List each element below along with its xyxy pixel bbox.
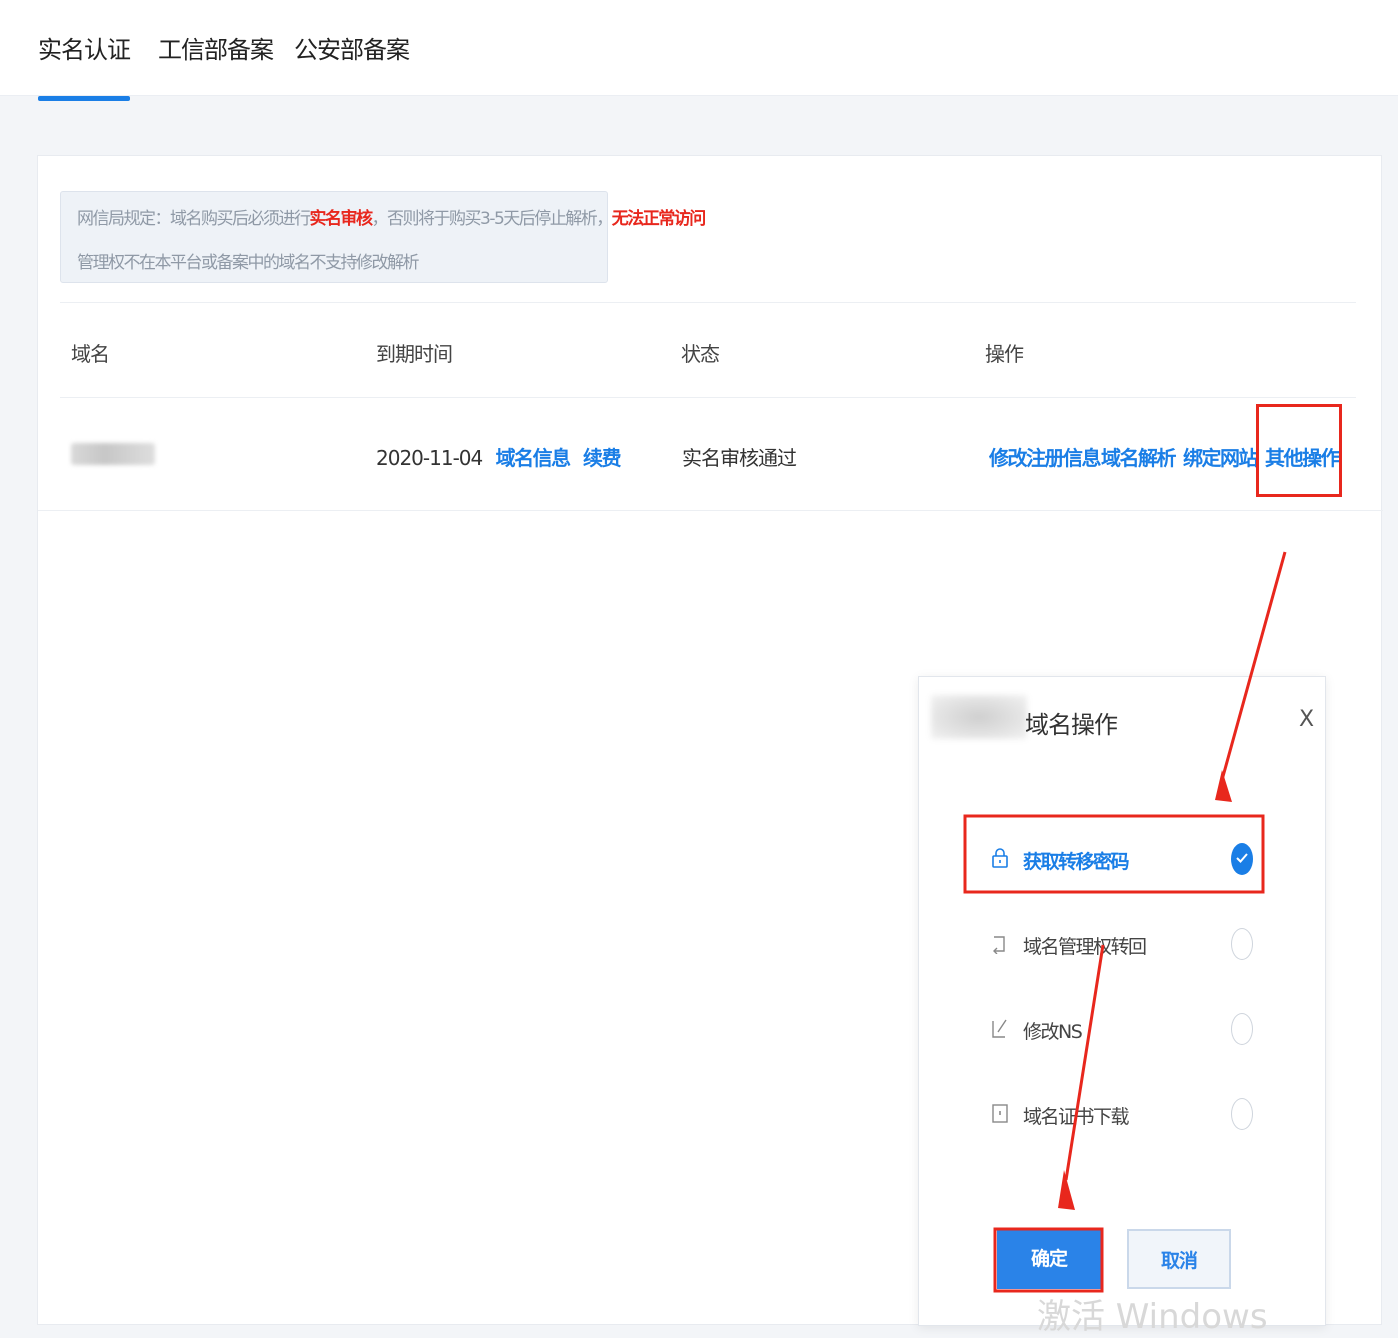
notice-highlight: 无法正常访问 <box>611 209 707 229</box>
return-icon <box>993 936 1005 954</box>
tab-miit-filing[interactable]: 工信部备案 <box>158 30 274 96</box>
col-header-status: 状态 <box>681 342 720 366</box>
lock-icon <box>992 848 1008 868</box>
option-label: 域名证书下载 <box>1023 1106 1130 1128</box>
confirm-button[interactable]: 确定 <box>997 1229 1101 1289</box>
radio-checked[interactable] <box>1231 843 1253 875</box>
domain-operation-dialog: 域名操作 X 获取转移密码 域名管理权转回 修改NS 域名证书下载 确定 取消 … <box>918 676 1326 1337</box>
renew-link[interactable]: 续费 <box>583 446 622 470</box>
check-icon <box>1236 853 1248 863</box>
notice-line-2: 管理权不在本平台或备案中的域名不支持修改解析 <box>77 253 420 273</box>
highlight-box-other-actions <box>1256 404 1342 497</box>
option-download-certificate[interactable]: 域名证书下载 <box>991 1094 1261 1134</box>
radio-unchecked[interactable] <box>1231 1098 1253 1130</box>
option-get-transfer-code[interactable]: 获取转移密码 <box>991 839 1261 879</box>
option-return-management[interactable]: 域名管理权转回 <box>991 924 1261 964</box>
divider <box>60 302 1356 303</box>
radio-unchecked[interactable] <box>1231 928 1253 960</box>
option-label: 域名管理权转回 <box>1023 936 1147 958</box>
cancel-button[interactable]: 取消 <box>1127 1229 1231 1289</box>
notice-line-1: 网信局规定：域名购买后必须进行实名审核，否则将于购买3-5天后停止解析，无法正常… <box>77 204 707 229</box>
option-label: 获取转移密码 <box>1023 851 1130 873</box>
bind-website-link[interactable]: 绑定网站 <box>1183 442 1259 471</box>
domain-name-redacted <box>931 695 1027 739</box>
notice-text: ，否则将于购买3-5天后停止解析， <box>371 209 614 229</box>
activation-watermark: 激活 Windows <box>1037 1297 1268 1337</box>
close-icon[interactable]: X <box>1299 707 1314 732</box>
status-text: 实名审核通过 <box>682 446 797 470</box>
row-divider <box>38 510 1383 511</box>
notice-text: 网信局规定：域名购买后必须进行 <box>77 209 311 229</box>
top-tabbar: 实名认证 工信部备案 公安部备案 <box>0 0 1398 101</box>
tab-police-filing[interactable]: 公安部备案 <box>294 30 410 96</box>
divider <box>60 397 1356 398</box>
radio-unchecked[interactable] <box>1231 1013 1253 1045</box>
expiry-date: 2020-11-04 <box>376 446 483 470</box>
col-header-domain: 域名 <box>71 342 110 366</box>
domain-info-link[interactable]: 域名信息 <box>496 446 572 470</box>
option-modify-ns[interactable]: 修改NS <box>991 1009 1261 1049</box>
edit-registration-link[interactable]: 修改注册信息 <box>989 442 1102 471</box>
tab-real-name[interactable]: 实名认证 <box>38 30 131 101</box>
option-label: 修改NS <box>1023 1021 1083 1043</box>
download-icon <box>992 1104 1008 1123</box>
notice-highlight: 实名审核 <box>309 209 374 229</box>
notice-banner: 网信局规定：域名购买后必须进行实名审核，否则将于购买3-5天后停止解析，无法正常… <box>60 191 706 283</box>
dialog-title: 域名操作 <box>1025 711 1118 739</box>
edit-icon <box>992 1019 1007 1038</box>
dns-resolve-link[interactable]: 域名解析 <box>1101 442 1177 471</box>
expiry-cell: 2020-11-04 域名信息 续费 <box>376 442 622 471</box>
col-header-actions: 操作 <box>985 342 1024 366</box>
col-header-expiry: 到期时间 <box>376 342 453 366</box>
domain-name-redacted <box>71 443 155 465</box>
